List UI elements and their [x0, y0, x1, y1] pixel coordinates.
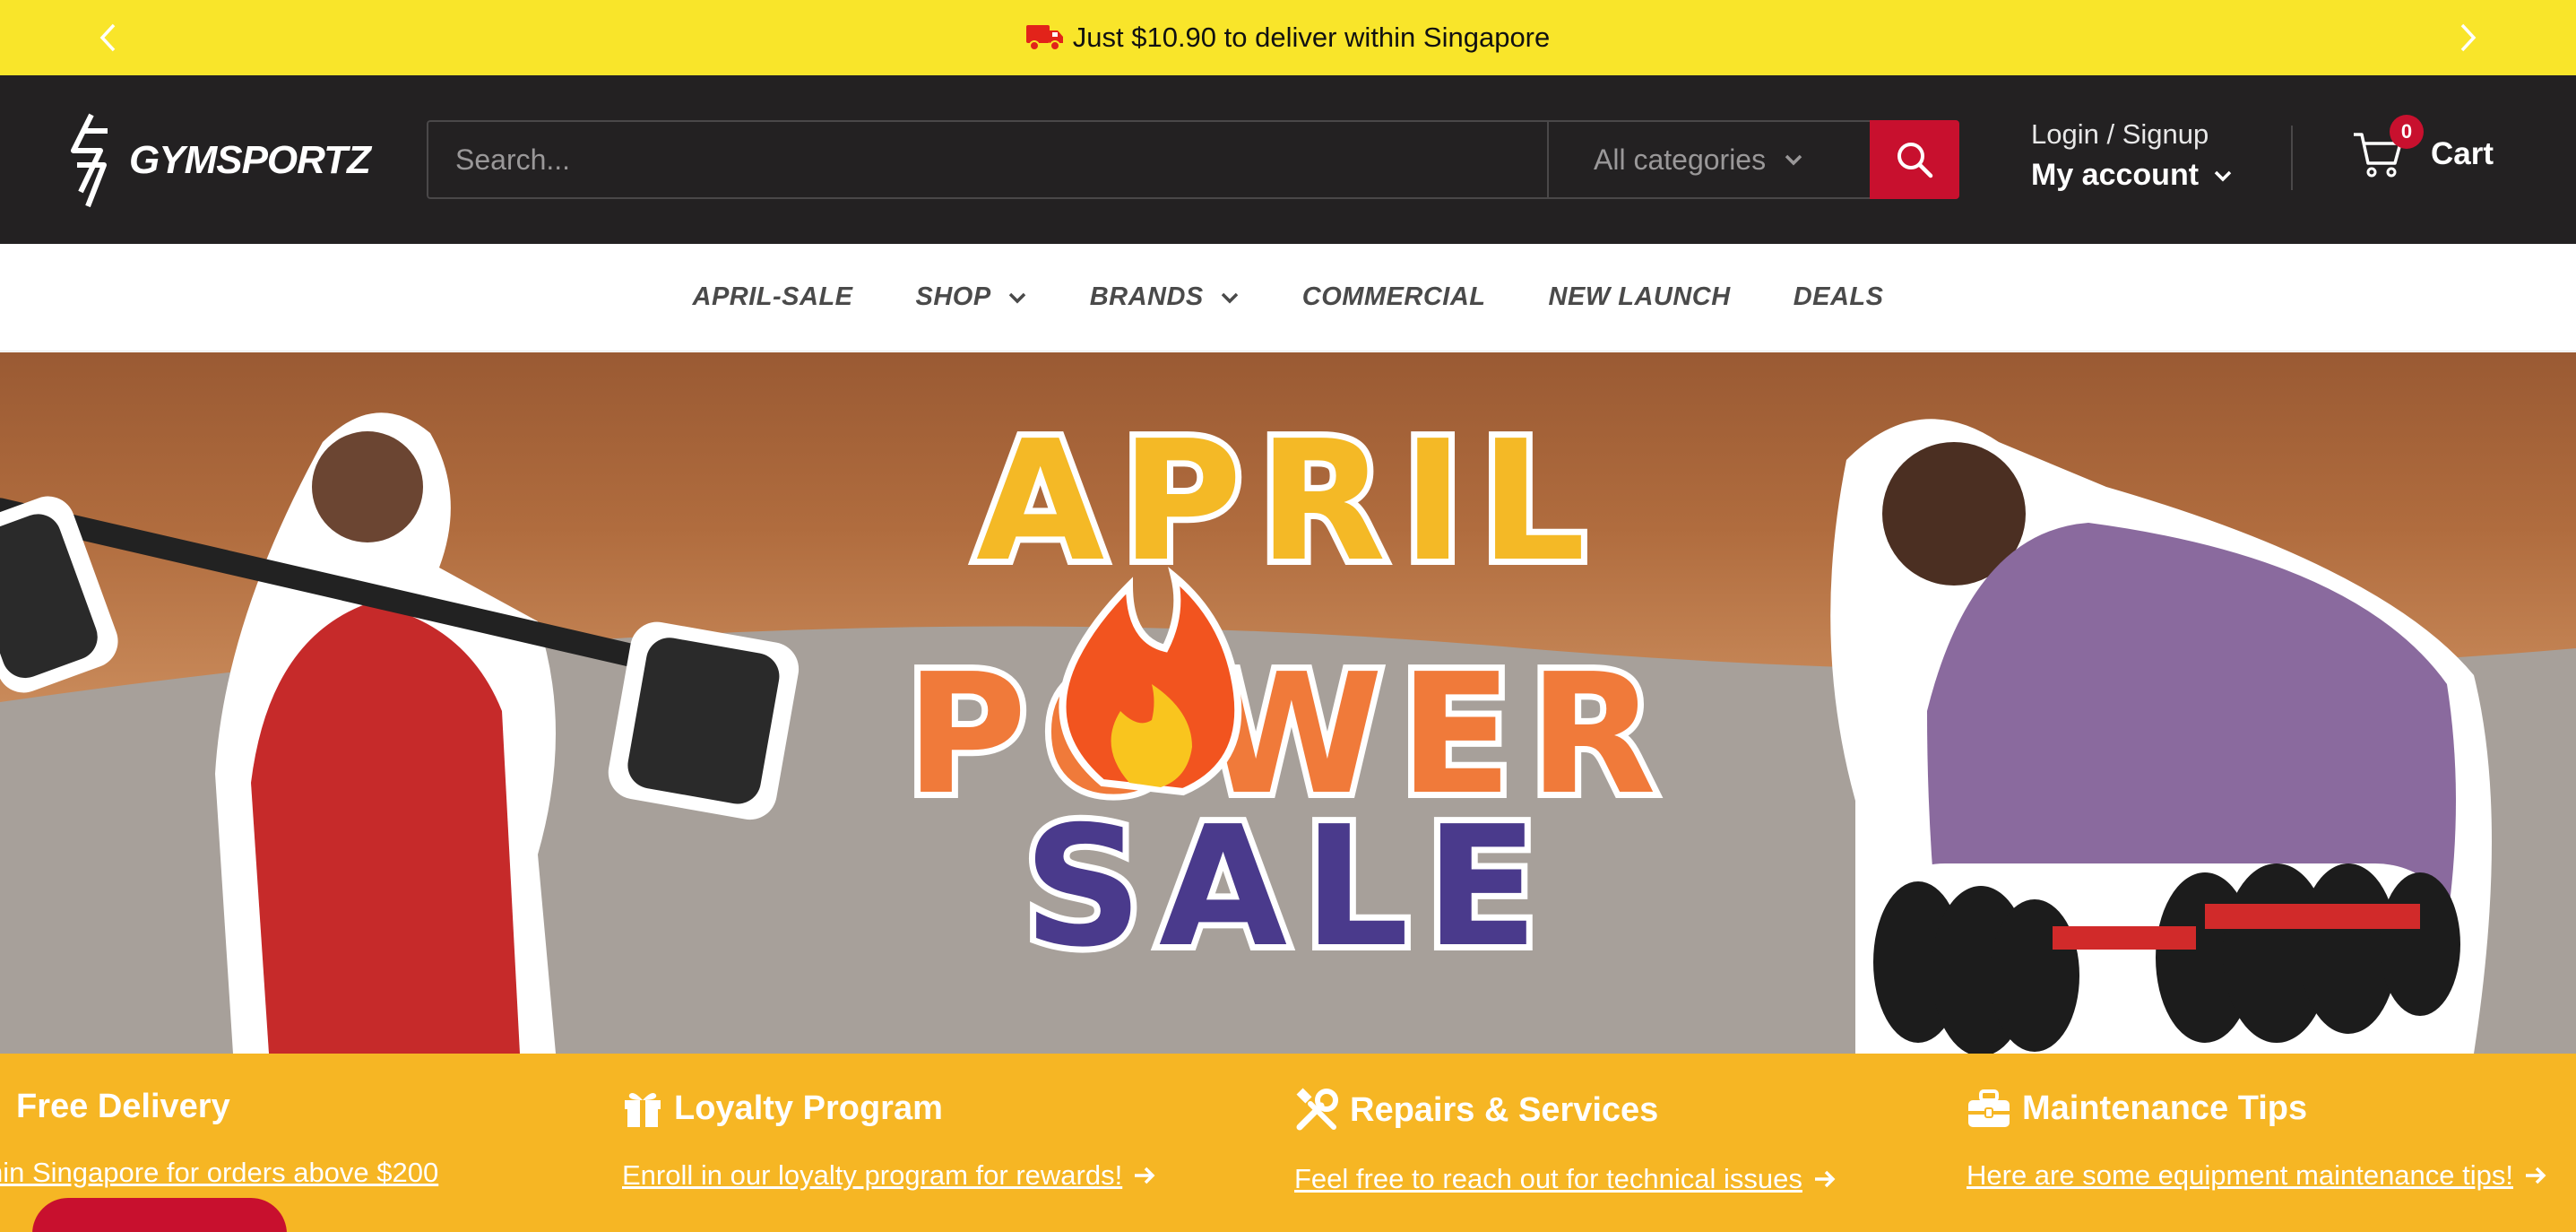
hero-title-line1: APRIL: [976, 404, 1602, 598]
hero-banner[interactable]: APRIL POWER SALE: [0, 352, 2576, 1054]
announcement-bar: Just $10.90 to deliver within Singapore: [0, 0, 2576, 75]
feature-title-text: Loyalty Program: [674, 1089, 943, 1127]
cart-count-badge: 0: [2390, 115, 2424, 149]
site-header: GYMSPORTZ All categories Login / Signup …: [0, 75, 2576, 244]
logo-mark-icon: [71, 113, 108, 208]
feature-link[interactable]: hin Singapore for orders above $200: [0, 1157, 438, 1189]
my-account-dropdown[interactable]: My account: [2031, 158, 2233, 193]
header-divider: [2291, 126, 2293, 190]
search-bar: All categories: [427, 120, 1959, 199]
feature-title: Maintenance Tips: [1967, 1088, 2547, 1129]
cart-button[interactable]: 0 Cart: [2352, 115, 2494, 181]
chevron-down-icon: [1785, 154, 1802, 166]
my-account-label: My account: [2031, 158, 2200, 192]
arrow-right-icon: [2526, 1167, 2546, 1184]
hero-illustration: APRIL POWER SALE: [0, 398, 2576, 1054]
chat-widget-button[interactable]: [32, 1198, 287, 1232]
chevron-down-icon: [1221, 292, 1239, 303]
nav-item-commercial[interactable]: COMMERCIAL: [1302, 282, 1486, 312]
nav-item-shop[interactable]: SHOP: [916, 282, 1027, 312]
hero-person-right: [1830, 419, 2492, 1054]
arrow-right-icon: [1135, 1167, 1155, 1184]
nav-item-label: BRANDS: [1089, 282, 1204, 311]
chevron-right-icon: [2460, 23, 2477, 52]
feature-title-text: Maintenance Tips: [2022, 1089, 2308, 1127]
feature-link[interactable]: Enroll in our loyalty program for reward…: [622, 1159, 1156, 1192]
toolbox-icon: [1968, 1089, 2010, 1127]
feature-title: Loyalty Program: [622, 1088, 1156, 1129]
feature-loyalty-program: Loyalty Program Enroll in our loyalty pr…: [622, 1088, 1156, 1192]
flame-icon: [1059, 567, 1242, 796]
nav-item-label: COMMERCIAL: [1301, 282, 1486, 311]
main-nav: APRIL-SALE SHOP BRANDS COMMERCIAL NEW LA…: [0, 244, 2576, 351]
search-icon: [1897, 143, 1933, 178]
feature-title: Free Delivery: [0, 1088, 438, 1126]
search-button[interactable]: [1870, 120, 1959, 199]
feature-link-text: Enroll in our loyalty program for reward…: [622, 1159, 1123, 1191]
arrow-right-icon: [1814, 1170, 1836, 1188]
truck-icon: [0, 1092, 5, 1123]
nav-item-new-launch[interactable]: NEW LAUNCH: [1549, 282, 1731, 312]
logo-text: GYMSPORTZ: [129, 138, 371, 182]
cart-label: Cart: [2431, 136, 2494, 171]
chevron-down-icon: [1008, 292, 1025, 303]
chevron-down-icon: [2214, 170, 2232, 181]
chevron-left-icon: [99, 23, 116, 52]
nav-item-deals[interactable]: DEALS: [1794, 282, 1884, 312]
gift-icon: [625, 1093, 661, 1127]
feature-link-text: hin Singapore for orders above $200: [0, 1157, 439, 1188]
category-select-value: All categories: [1594, 143, 1767, 176]
feature-link[interactable]: Feel free to reach out for technical iss…: [1294, 1163, 1837, 1195]
feature-maintenance-tips: Maintenance Tips Here are some equipment…: [1967, 1088, 2547, 1192]
nav-item-april-sale[interactable]: APRIL-SALE: [693, 282, 853, 312]
announcement-message: Just $10.90 to deliver within Singapore: [1025, 22, 1551, 54]
nav-item-label: APRIL-SALE: [692, 282, 853, 311]
feature-title-text: Free Delivery: [16, 1088, 230, 1125]
announcement-prev-button[interactable]: [90, 20, 125, 56]
feature-title: Repairs & Services: [1294, 1088, 1837, 1132]
truck-icon: [1025, 25, 1063, 51]
feature-link-text: Feel free to reach out for technical iss…: [1294, 1163, 1802, 1194]
nav-item-label: NEW LAUNCH: [1548, 282, 1731, 311]
category-select[interactable]: All categories: [1547, 120, 1870, 199]
nav-item-label: DEALS: [1793, 282, 1884, 311]
features-bar: Free Delivery hin Singapore for orders a…: [0, 1054, 2576, 1232]
site-logo[interactable]: GYMSPORTZ: [65, 113, 371, 208]
announcement-text: Just $10.90 to deliver within Singapore: [1072, 22, 1551, 53]
account-menu: Login / Signup My account: [2031, 118, 2233, 193]
announcement-next-button[interactable]: [2451, 20, 2486, 56]
feature-title-text: Repairs & Services: [1350, 1090, 1659, 1129]
hero-title-line3: SALE: [1024, 790, 1555, 984]
nav-item-label: SHOP: [915, 282, 991, 311]
feature-link[interactable]: Here are some equipment maintenance tips…: [1967, 1159, 2547, 1192]
login-signup-link[interactable]: Login / Signup: [2031, 118, 2233, 151]
nav-item-brands[interactable]: BRANDS: [1090, 282, 1240, 312]
feature-link-text: Here are some equipment maintenance tips…: [1967, 1159, 2513, 1191]
search-input[interactable]: [427, 120, 1547, 199]
tools-icon: [1296, 1088, 1338, 1131]
feature-free-delivery: Free Delivery hin Singapore for orders a…: [0, 1088, 438, 1189]
cart-icon-wrapper: 0: [2352, 115, 2424, 181]
feature-repairs-services: Repairs & Services Feel free to reach ou…: [1294, 1088, 1837, 1195]
